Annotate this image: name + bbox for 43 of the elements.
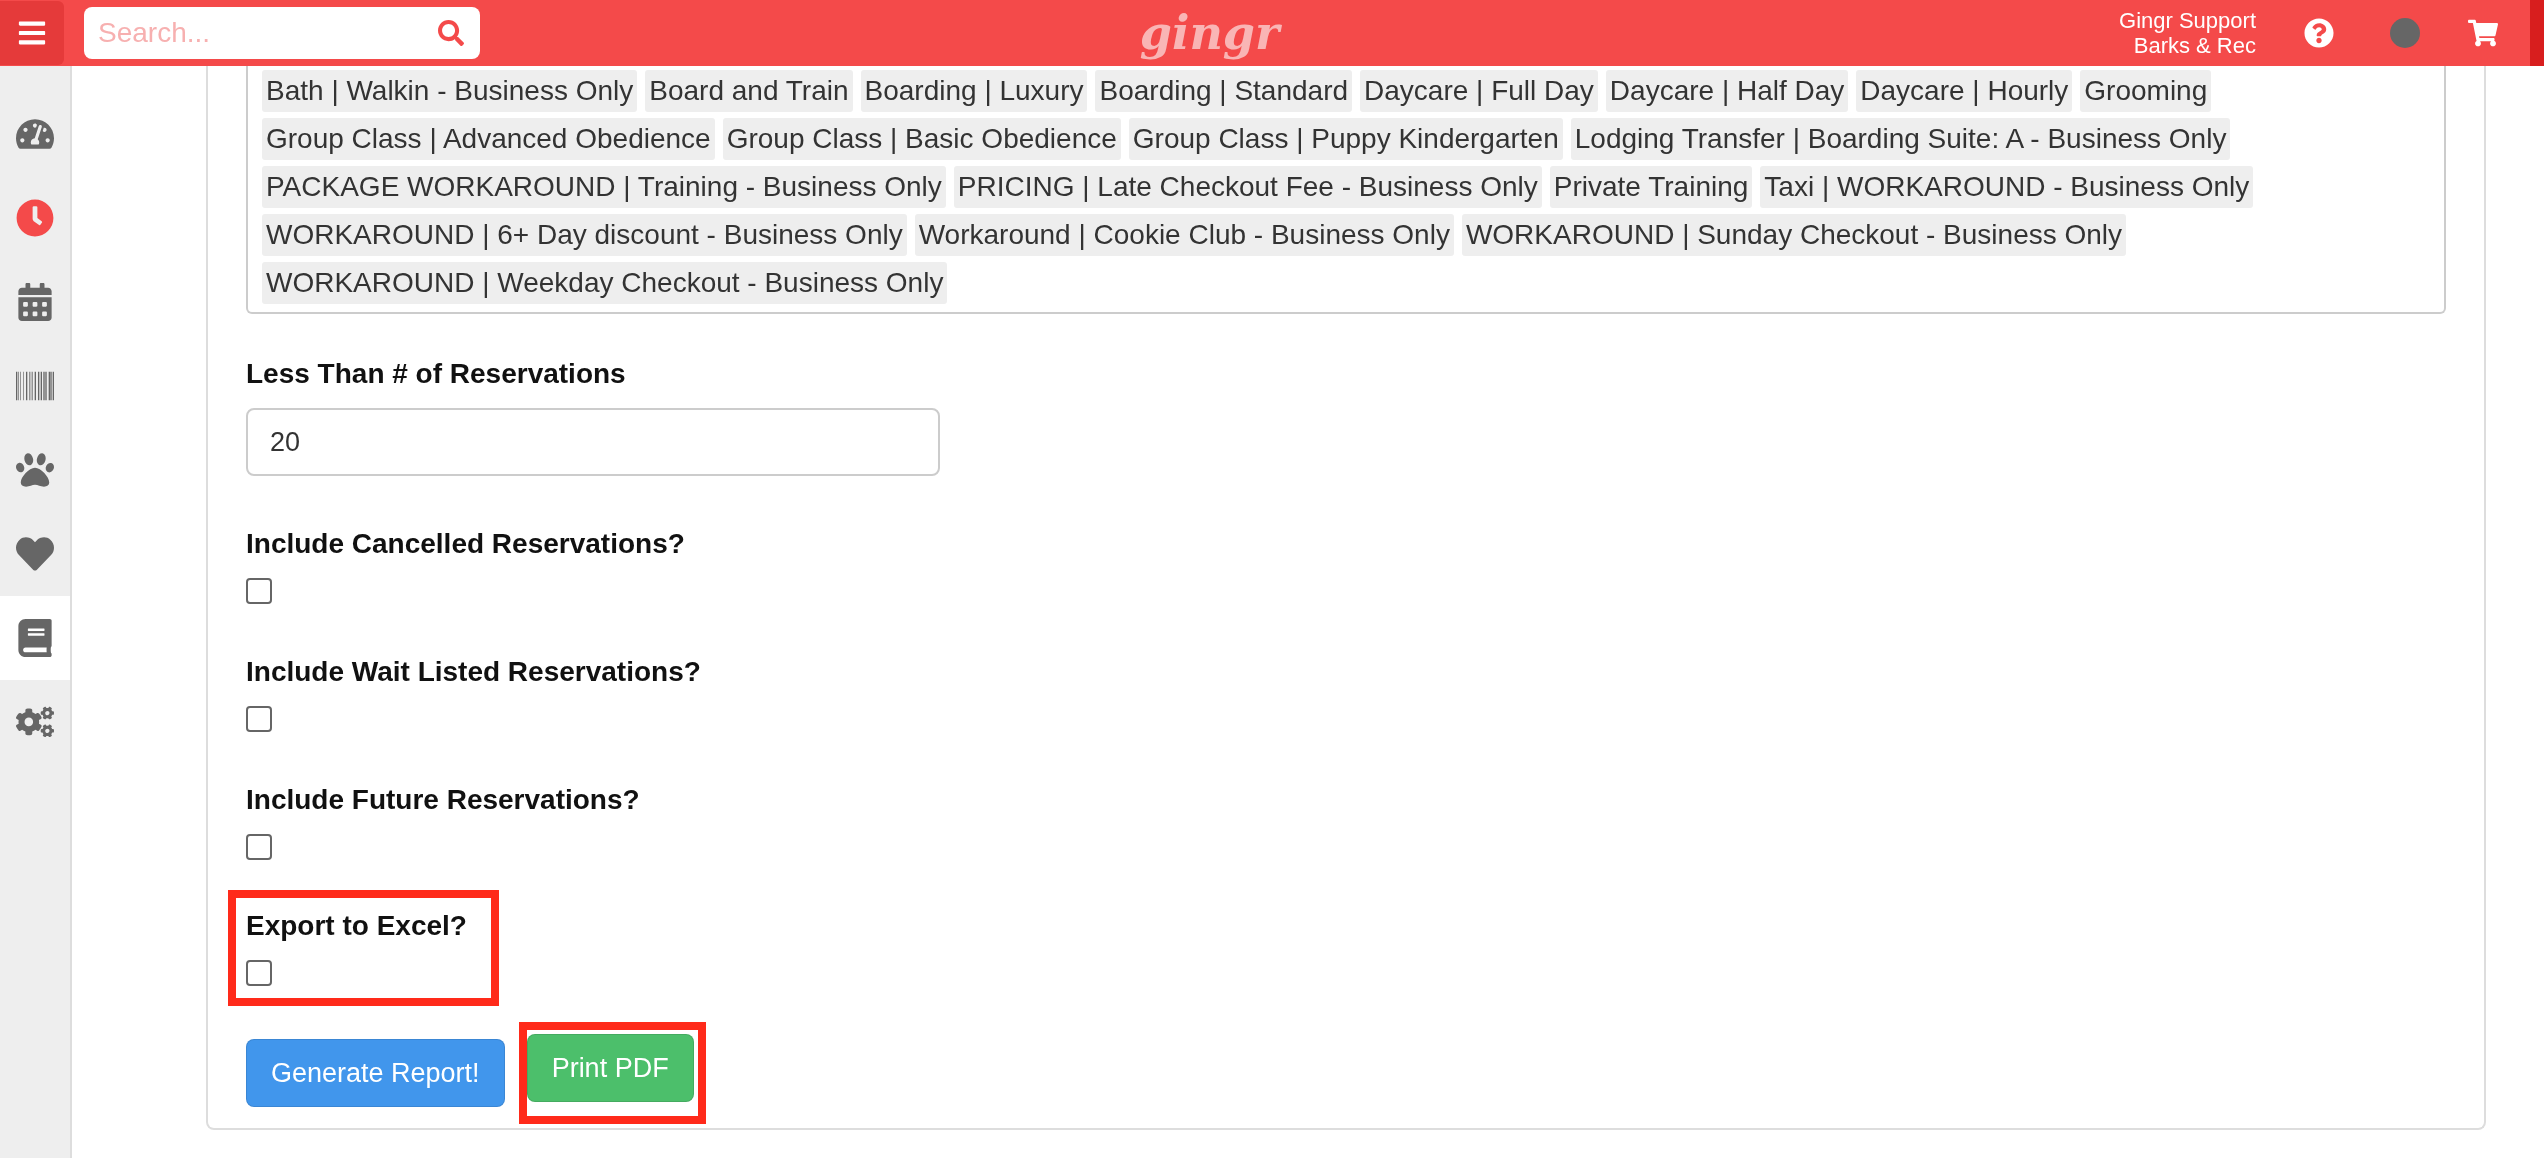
- cart-icon: [2468, 18, 2498, 48]
- help-button[interactable]: [2304, 18, 2334, 48]
- tag[interactable]: Group Class | Basic Obedience: [722, 118, 1121, 160]
- checkbox[interactable]: [246, 834, 272, 860]
- input-field[interactable]: 20: [246, 408, 940, 476]
- cart-button[interactable]: [2468, 18, 2498, 48]
- field-label: Less Than # of Reservations: [246, 358, 627, 390]
- tag[interactable]: WORKAROUND | Sunday Checkout - Business Only: [1461, 214, 2127, 256]
- status-dot-icon[interactable]: [2390, 18, 2420, 48]
- tag[interactable]: Bath | Walkin - Business Only: [262, 70, 638, 112]
- tag[interactable]: Group Class | Puppy Kindergarten: [1128, 118, 1563, 160]
- search-field[interactable]: Search...: [84, 7, 480, 59]
- field-label: Export to Excel?: [246, 910, 467, 942]
- tag[interactable]: Workaround | Cookie Club - Business Only: [914, 214, 1454, 256]
- tag[interactable]: Boarding | Standard: [1095, 70, 1353, 112]
- tag[interactable]: Board and Train: [645, 70, 853, 112]
- tag[interactable]: Boarding | Luxury: [860, 70, 1088, 112]
- tag[interactable]: Daycare | Half Day: [1605, 70, 1849, 112]
- logo: gingr: [1138, 6, 1283, 60]
- tag[interactable]: WORKAROUND | Weekday Checkout - Business Only: [262, 262, 948, 304]
- search-icon[interactable]: [438, 20, 464, 46]
- checkbox[interactable]: [246, 960, 272, 986]
- user-name: Gingr Support: [2119, 7, 2256, 33]
- tag[interactable]: PACKAGE WORKAROUND | Training - Business Only: [262, 166, 946, 208]
- tag[interactable]: PRICING | Late Checkout Fee - Business Only: [953, 166, 1542, 208]
- checkbox[interactable]: [246, 706, 272, 732]
- sidebar-item[interactable]: [0, 596, 70, 680]
- tag[interactable]: Daycare | Full Day: [1360, 70, 1598, 112]
- field-label: Include Future Reservations?: [246, 784, 640, 816]
- tag[interactable]: Daycare | Hourly: [1856, 70, 2073, 112]
- tag[interactable]: Taxi | WORKAROUND - Business Only: [1760, 166, 2254, 208]
- menu-button[interactable]: [0, 1, 64, 65]
- header-edge-strip: [2530, 0, 2544, 66]
- tag[interactable]: Lodging Transfer | Boarding Suite: A - Business Only: [1570, 118, 2231, 160]
- tag[interactable]: Grooming: [2080, 70, 2212, 112]
- tag[interactable]: Private Training: [1549, 166, 1753, 208]
- location-name: Barks & Rec: [2133, 33, 2256, 59]
- tag[interactable]: WORKAROUND | 6+ Day discount - Business Only: [262, 214, 907, 256]
- field-label: Include Cancelled Reservations?: [246, 528, 685, 560]
- checkbox[interactable]: [246, 578, 272, 604]
- field-label: Include Wait Listed Reservations?: [246, 656, 701, 688]
- tag[interactable]: Group Class | Advanced Obedience: [262, 118, 715, 160]
- help-icon: [2304, 18, 2334, 48]
